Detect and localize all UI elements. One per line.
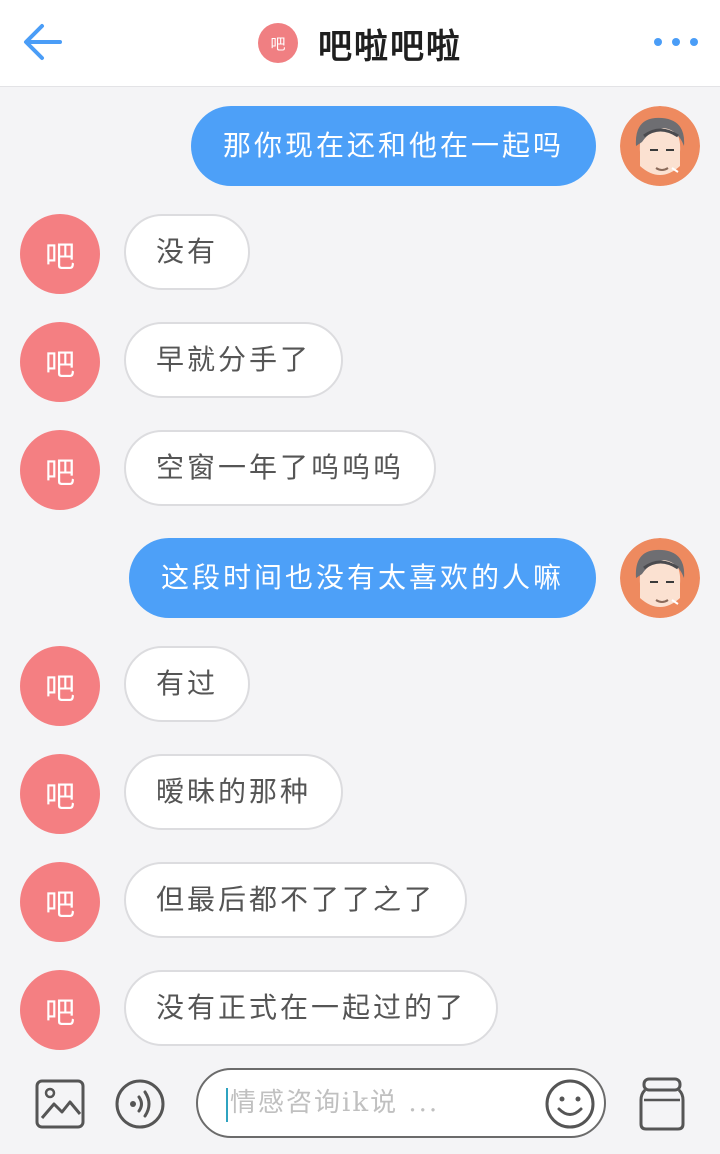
message-bubble-incoming[interactable]: 没有正式在一起过的了 xyxy=(124,970,499,1046)
message-bubble-incoming[interactable]: 早就分手了 xyxy=(124,322,344,398)
contact-avatar[interactable]: 吧 xyxy=(20,754,100,834)
message-bubble-incoming[interactable]: 但最后都不了了之了 xyxy=(124,862,468,938)
voice-icon[interactable] xyxy=(114,1078,166,1130)
message-bubble-outgoing[interactable]: 那你现在还和他在一起吗 xyxy=(190,106,596,186)
contact-avatar[interactable]: 吧 xyxy=(20,862,100,942)
message-bubble-outgoing[interactable]: 这段时间也没有太喜欢的人嘛 xyxy=(128,538,596,618)
header-bar: 吧 吧啦吧啦 xyxy=(0,0,720,87)
chat-list: 那你现在还和他在一起吗 吧 没有 吧 早就分手了 吧 空窗一年了呜呜呜 这段时间… xyxy=(0,86,720,1054)
message-bubble-incoming[interactable]: 暧昧的那种 xyxy=(124,754,344,830)
message-row-incoming: 吧 但最后都不了了之了 xyxy=(0,862,720,942)
message-row-incoming: 吧 没有正式在一起过的了 xyxy=(0,970,720,1050)
message-input[interactable]: 情感咨询ik说 ... xyxy=(196,1068,606,1138)
message-row-incoming: 吧 早就分手了 xyxy=(0,322,720,402)
message-row-incoming: 吧 暧昧的那种 xyxy=(0,754,720,834)
jar-icon[interactable] xyxy=(638,1076,686,1132)
input-bar: 情感咨询ik说 ... xyxy=(0,1054,720,1154)
message-row-incoming: 吧 有过 xyxy=(0,646,720,726)
user-avatar[interactable] xyxy=(620,538,700,618)
contact-avatar[interactable]: 吧 xyxy=(20,430,100,510)
contact-avatar[interactable]: 吧 xyxy=(20,322,100,402)
image-icon[interactable] xyxy=(34,1078,86,1130)
contact-avatar[interactable]: 吧 xyxy=(20,214,100,294)
title-area: 吧 吧啦吧啦 xyxy=(0,0,720,86)
text-cursor xyxy=(226,1088,228,1122)
message-row-incoming: 吧 空窗一年了呜呜呜 xyxy=(0,430,720,510)
contact-avatar[interactable]: 吧 xyxy=(20,646,100,726)
smile-icon[interactable] xyxy=(544,1078,596,1130)
message-row-outgoing: 这段时间也没有太喜欢的人嘛 xyxy=(0,538,720,618)
message-bubble-incoming[interactable]: 空窗一年了呜呜呜 xyxy=(124,430,437,506)
user-avatar[interactable] xyxy=(620,106,700,186)
message-bubble-incoming[interactable]: 没有 xyxy=(124,214,251,290)
more-dots-icon[interactable] xyxy=(652,30,700,54)
message-row-incoming: 吧 没有 xyxy=(0,214,720,294)
message-bubble-incoming[interactable]: 有过 xyxy=(124,646,251,722)
input-placeholder: 情感咨询ik说 ... xyxy=(230,1088,440,1118)
page-title: 吧啦吧啦 xyxy=(318,26,462,67)
title-avatar: 吧 xyxy=(258,23,298,63)
contact-avatar[interactable]: 吧 xyxy=(20,970,100,1050)
message-row-outgoing: 那你现在还和他在一起吗 xyxy=(0,106,720,186)
